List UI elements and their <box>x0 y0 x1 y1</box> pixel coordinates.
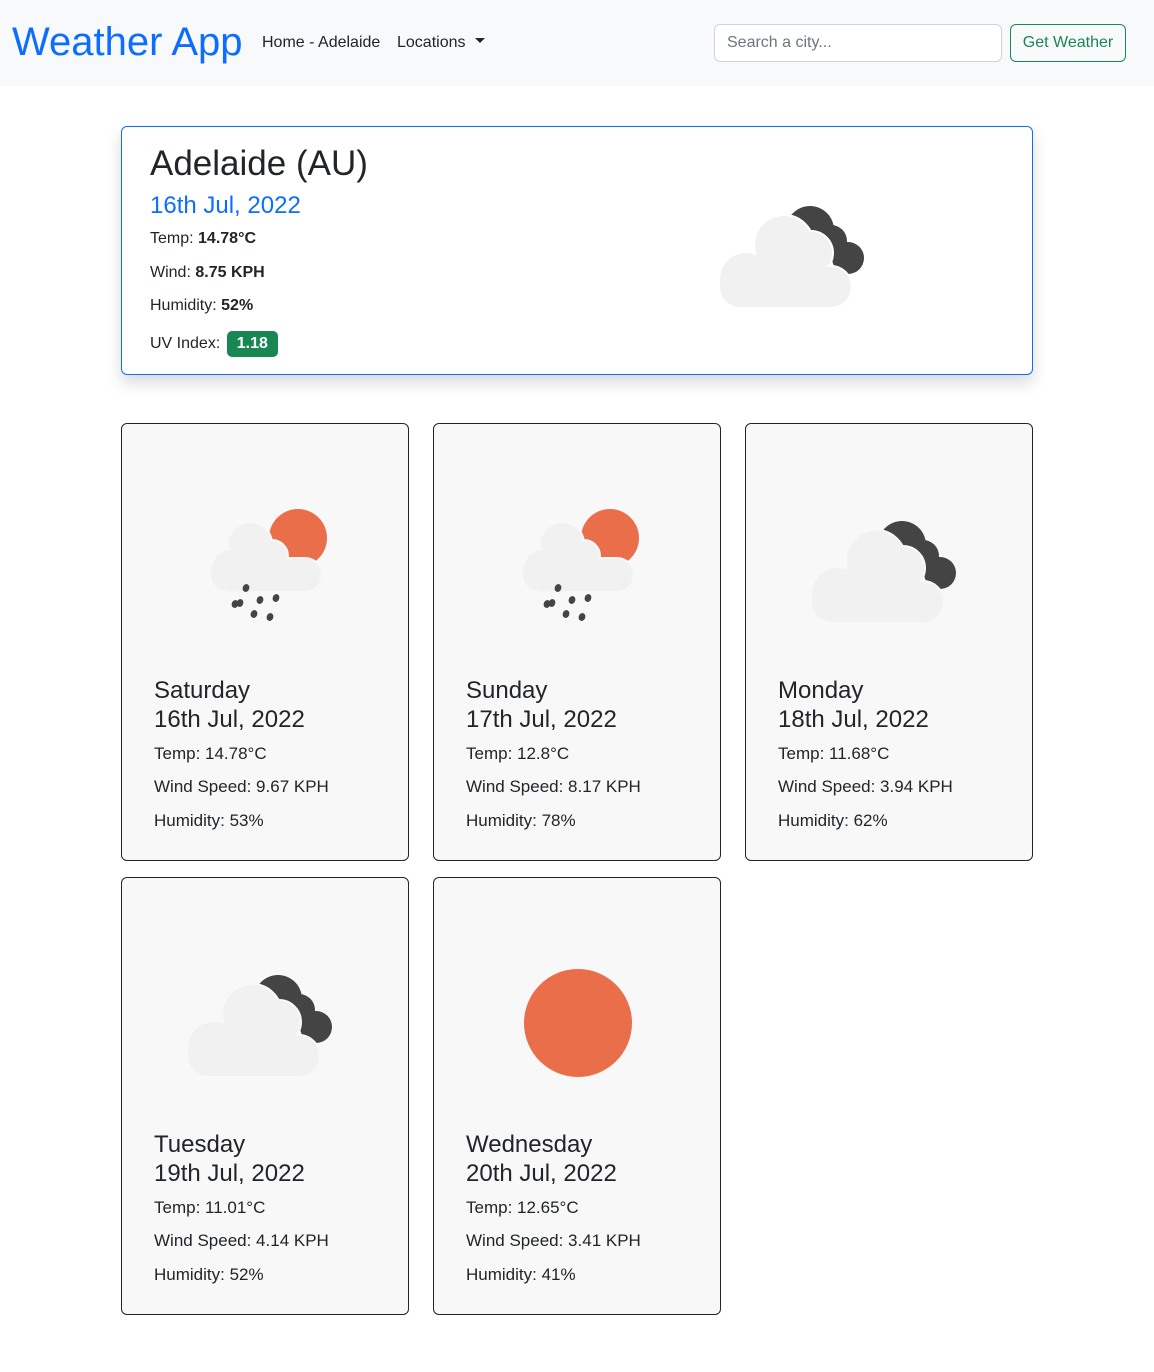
forecast-temp: Temp: 12.65°C <box>466 1198 579 1217</box>
forecast-humidity: Humidity: 62% <box>778 811 888 830</box>
wind-value: 8.75 KPH <box>195 264 265 281</box>
forecast-card: Wednesday 20th Jul, 2022 Temp: 12.65°C W… <box>433 877 721 1315</box>
rain-sun-icon <box>521 509 639 621</box>
brand-link[interactable]: Weather App <box>12 18 243 66</box>
forecast-card: Sunday 17th Jul, 2022 Temp: 12.8°C Wind … <box>433 423 721 861</box>
nav-locations-dropdown[interactable]: Locations <box>397 31 485 55</box>
temp-value: 14.78°C <box>198 230 257 247</box>
forecast-humidity: Humidity: 41% <box>466 1265 576 1284</box>
city-title: Adelaide (AU) <box>150 144 368 183</box>
forecast-wind: Wind Speed: 9.67 KPH <box>154 777 329 796</box>
caret-down-icon <box>474 38 485 43</box>
forecast-card: Monday 18th Jul, 2022 Temp: 11.68°C Wind… <box>745 423 1033 861</box>
forecast-wind: Wind Speed: 8.17 KPH <box>466 777 641 796</box>
forecast-humidity: Humidity: 78% <box>466 811 576 830</box>
forecast-date: 18th Jul, 2022 <box>778 706 929 733</box>
forecast-temp: Temp: 11.01°C <box>154 1198 266 1217</box>
current-temp: Temp: 14.78°C <box>150 227 256 251</box>
forecast-humidity: Humidity: 52% <box>154 1265 264 1284</box>
forecast-date: 17th Jul, 2022 <box>466 706 617 733</box>
navbar: Weather App Home - Adelaide Locations Ge… <box>0 0 1154 86</box>
forecast-card: Tuesday 19th Jul, 2022 Temp: 11.01°C Win… <box>121 877 409 1315</box>
forecast-wind: Wind Speed: 3.41 KPH <box>466 1231 641 1250</box>
temp-label: Temp: <box>150 230 194 247</box>
sun-icon <box>524 969 632 1077</box>
forecast-day: Saturday <box>154 677 251 704</box>
forecast-humidity: Humidity: 53% <box>154 811 264 830</box>
forecast-date: 20th Jul, 2022 <box>466 1160 617 1187</box>
forecast-day: Tuesday <box>154 1131 246 1158</box>
cloudy-icon <box>720 206 864 307</box>
forecast-wind: Wind Speed: 3.94 KPH <box>778 777 953 796</box>
wind-label: Wind: <box>150 264 191 281</box>
forecast-day: Monday <box>778 677 864 704</box>
humidity-value: 52% <box>221 297 254 314</box>
forecast-day: Wednesday <box>466 1131 593 1158</box>
nav-home-link[interactable]: Home - Adelaide <box>262 31 380 55</box>
uv-label: UV Index: <box>150 335 221 352</box>
forecast-date: 19th Jul, 2022 <box>154 1160 305 1187</box>
forecast-temp: Temp: 14.78°C <box>154 744 267 763</box>
current-weather-card: Adelaide (AU) 16th Jul, 2022 Temp: 14.78… <box>121 126 1033 375</box>
cloudy-icon <box>812 521 956 624</box>
get-weather-button[interactable]: Get Weather <box>1010 24 1126 62</box>
nav-locations-label: Locations <box>397 34 466 51</box>
rain-sun-icon <box>209 509 327 621</box>
forecast-date: 16th Jul, 2022 <box>154 706 305 733</box>
cloudy-icon <box>188 975 332 1078</box>
current-humidity: Humidity: 52% <box>150 294 253 318</box>
current-wind: Wind: 8.75 KPH <box>150 261 265 285</box>
uv-badge: 1.18 <box>226 331 278 357</box>
forecast-card: Saturday 16th Jul, 2022 Temp: 14.78°C Wi… <box>121 423 409 861</box>
current-uv: UV Index: 1.18 <box>150 331 278 357</box>
current-date: 16th Jul, 2022 <box>150 192 301 219</box>
humidity-label: Humidity: <box>150 297 217 314</box>
forecast-temp: Temp: 12.8°C <box>466 744 570 763</box>
search-input[interactable] <box>714 24 1002 62</box>
forecast-day: Sunday <box>466 677 548 704</box>
forecast-temp: Temp: 11.68°C <box>778 744 890 763</box>
forecast-wind: Wind Speed: 4.14 KPH <box>154 1231 329 1250</box>
